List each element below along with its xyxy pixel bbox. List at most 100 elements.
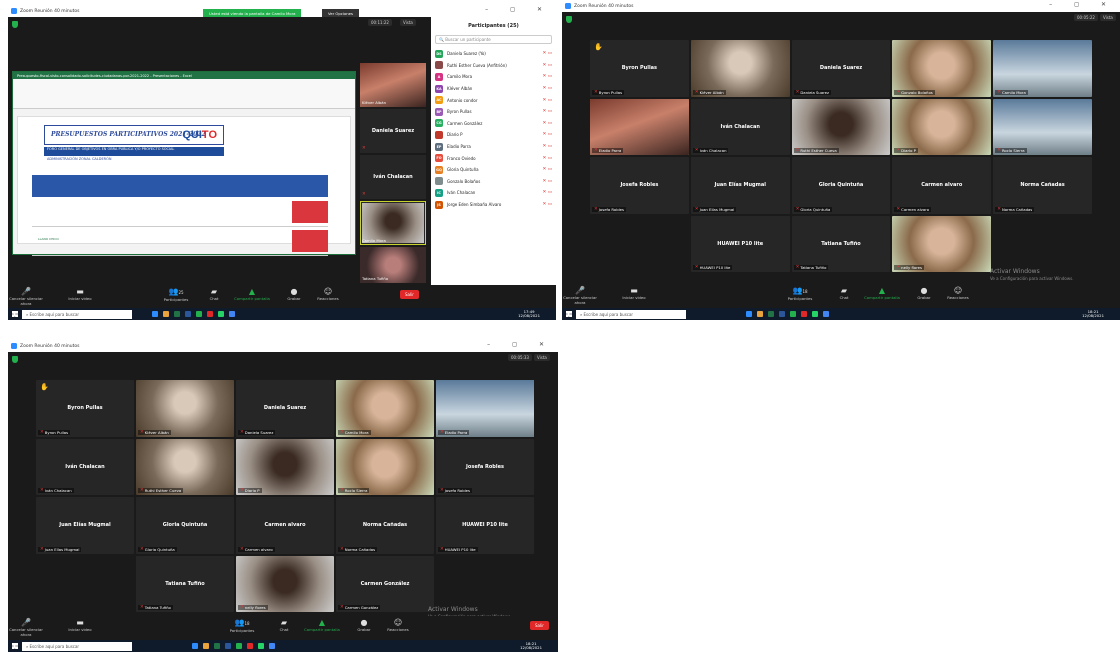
participant-tile[interactable]: Daniela Suarez ✕ Daniela Suarez [791,40,891,97]
mic-muted-icon[interactable]: ✕ ▭ [543,121,552,126]
window-controls[interactable]: – ◻ ✕ [485,6,552,13]
participant-tile[interactable]: ✕ nelly flores [236,555,334,612]
participant-tile[interactable]: Gloria Quintuña ✕ Gloria Quintuña [136,497,234,554]
video-button[interactable]: ▬ Iniciar video [62,287,98,301]
participant-row[interactable]: A Camilo Mora ✕ ▭ [431,71,556,83]
mic-muted-icon[interactable]: ✕ ▭ [543,63,552,68]
participants-button[interactable]: 👥18 Participantes [224,618,260,633]
mic-muted-icon[interactable]: ✕ ▭ [543,132,552,137]
participant-tile[interactable]: Byron Pullas ✋ ✕ Byron Pullas [590,40,689,97]
mic-muted-icon[interactable]: ✕ ▭ [543,202,552,207]
participant-row[interactable]: Ruthi Esther Cueva (Anfitrión) ✕ ▭ [431,60,556,72]
sheet-tab[interactable]: LLANO CHICO [38,237,59,241]
participant-tile[interactable]: ✕ Rocío Sierra [336,438,434,495]
side-tile[interactable]: Daniela Suarez ✕ [360,109,426,153]
side-tile[interactable]: Tatiana Tufiño [360,247,426,283]
participant-tile[interactable]: ✕ Diario P [892,98,992,155]
mute-button[interactable]: 🎤 Cancelar silenciar ahora [8,618,44,637]
mic-muted-icon[interactable]: ✕ ▭ [543,156,552,161]
participant-tile[interactable]: ✕ Eladio Parra [436,380,534,437]
participant-row[interactable]: Gonzalo Bolaños ✕ ▭ [431,176,556,188]
share-screen-button[interactable]: ▲ Compartir pantalla [304,618,340,632]
participant-tile[interactable]: HUAWEI P10 lite ✕ HUAWEI P10 lite [690,215,790,272]
leave-button[interactable]: Salir [400,290,419,299]
window-controls[interactable]: – ◻ ✕ [487,341,554,348]
participant-tile[interactable]: ✕ Kléver Albán [136,380,234,437]
participant-row[interactable]: CG Carmen González ✕ ▭ [431,118,556,130]
participant-row[interactable]: FO Franco Oviedo ✕ ▭ [431,152,556,164]
participants-button[interactable]: 👥25 Participantes [158,287,194,302]
participant-tile[interactable]: HUAWEI P10 lite ✕ HUAWEI P10 lite [436,497,534,554]
participant-tile[interactable]: ✕ Camilo Mora [993,40,1092,97]
excel-ribbon[interactable] [13,79,355,109]
window-controls[interactable]: – ◻ ✕ [1049,1,1116,8]
participant-tile[interactable]: Tatiana Tufiño ✕ Tatiana Tufiño [791,215,891,272]
participant-tile[interactable]: ✕ Gonzalo Bolaños [892,40,992,97]
participant-tile[interactable]: Norma Cañadas ✕ Norma Cañadas [336,497,434,554]
participant-tile[interactable]: ✕ Ruthi Esther Cueva [136,438,234,495]
mute-button[interactable]: 🎤 Cancelar silenciar ahora [8,287,44,306]
windows-start-icon[interactable] [12,311,18,317]
participant-tile[interactable]: ✕ Kléver Albán [690,40,790,97]
mute-button[interactable]: 🎤 Cancelar silenciar ahora [562,286,598,305]
record-button[interactable]: ● Grabar [906,286,942,300]
participant-tile[interactable]: Carmen alvaro ✕ Carmen alvaro [236,497,334,554]
table-row[interactable] [32,228,328,256]
mic-muted-icon[interactable]: ✕ ▭ [543,190,552,195]
participant-row[interactable]: KA Kléver Albán ✕ ▭ [431,83,556,95]
taskbar-search[interactable]: ⌕ Escribe aquí para buscar [576,309,686,319]
chat-button[interactable]: ▰ Chat [196,287,232,301]
participant-row[interactable]: Diario P ✕ ▭ [431,129,556,141]
participant-tile[interactable]: Byron Pullas ✋ ✕ Byron Pullas [36,380,134,437]
participant-row[interactable]: EP Eladio Parra ✕ ▭ [431,141,556,153]
participant-tile[interactable]: Josefa Robles ✕ Josefa Robles [436,438,534,495]
table-row[interactable] [32,199,328,227]
participant-tile[interactable]: ✕ Rocío Sierra [993,98,1092,155]
participant-tile[interactable]: Tatiana Tufiño ✕ Tatiana Tufiño [136,555,234,612]
participant-tile[interactable]: ✕ Camilo Mora [336,380,434,437]
shield-icon[interactable] [12,356,18,363]
participant-tile[interactable]: Juan Elías Mugmal ✕ Juan Elías Mugmal [36,497,134,554]
participant-search-input[interactable]: 🔍 Buscar un participante [435,35,552,44]
participant-tile[interactable]: ✕ Ruthi Esther Cueva [791,98,891,155]
mic-muted-icon[interactable]: ✕ ▭ [543,109,552,114]
participant-row[interactable]: IC Iván Chalacan ✕ ▭ [431,187,556,199]
leave-button[interactable]: Salir [530,621,549,630]
side-tile[interactable]: Kléver Albán [360,63,426,107]
participant-tile[interactable]: ✕ nelly flores [892,215,992,272]
participant-tile[interactable]: Norma Cañadas ✕ Norma Cañadas [993,157,1092,214]
taskbar-search[interactable]: ⌕ Escribe aquí para buscar [22,641,132,651]
video-button[interactable]: ▬ Iniciar video [616,286,652,300]
share-screen-button[interactable]: ▲ Compartir pantalla [234,287,270,301]
participant-row[interactable]: DS Daniela Suarez (Yo) ✕ ▭ [431,48,556,60]
view-button[interactable]: Vista [1100,14,1116,21]
mic-muted-icon[interactable]: ✕ ▭ [543,74,552,79]
windows-start-icon[interactable] [12,643,18,649]
mic-muted-icon[interactable]: ✕ ▭ [543,51,552,56]
windows-start-icon[interactable] [566,311,572,317]
video-button[interactable]: ▬ Iniciar video [62,618,98,632]
taskbar-search[interactable]: ⌕ Escribe aquí para buscar [22,309,132,319]
view-button[interactable]: Vista [534,354,550,361]
shield-icon[interactable] [566,16,572,23]
participant-tile[interactable]: Josefa Robles ✕ Josefa Robles [590,157,689,214]
shield-icon[interactable] [12,21,18,28]
record-button[interactable]: ● Grabar [276,287,312,301]
participant-tile[interactable]: Carmen González ✕ Carmen González [336,555,434,612]
share-screen-button[interactable]: ▲ Compartir pantalla [864,286,900,300]
spreadsheet[interactable]: PRESUPUESTOS PARTICIPATIVOS 2021-2022 QU… [17,116,351,256]
participant-row[interactable]: GQ Gloria Quintuña ✕ ▭ [431,164,556,176]
mic-muted-icon[interactable]: ✕ ▭ [543,86,552,91]
view-options-button[interactable]: Ver Opciones [322,9,359,17]
participant-tile[interactable]: Juan Elías Mugmal ✕ Juan Elías Mugmal [690,157,790,214]
reactions-button[interactable]: ☺ Reacciones [310,287,346,301]
participant-tile[interactable]: Iván Chalacan ✕ Iván Chalacan [36,438,134,495]
participant-tile[interactable]: ✕ Eladio Parra [590,98,689,155]
record-button[interactable]: ● Grabar [346,618,382,632]
participant-tile[interactable]: ✕ Diario P [236,438,334,495]
mic-muted-icon[interactable]: ✕ ▭ [543,179,552,184]
chat-button[interactable]: ▰ Chat [266,618,302,632]
mic-muted-icon[interactable]: ✕ ▭ [543,167,552,172]
participant-tile[interactable]: Daniela Suarez ✕ Daniela Suarez [236,380,334,437]
view-button[interactable]: Vista [400,19,416,26]
